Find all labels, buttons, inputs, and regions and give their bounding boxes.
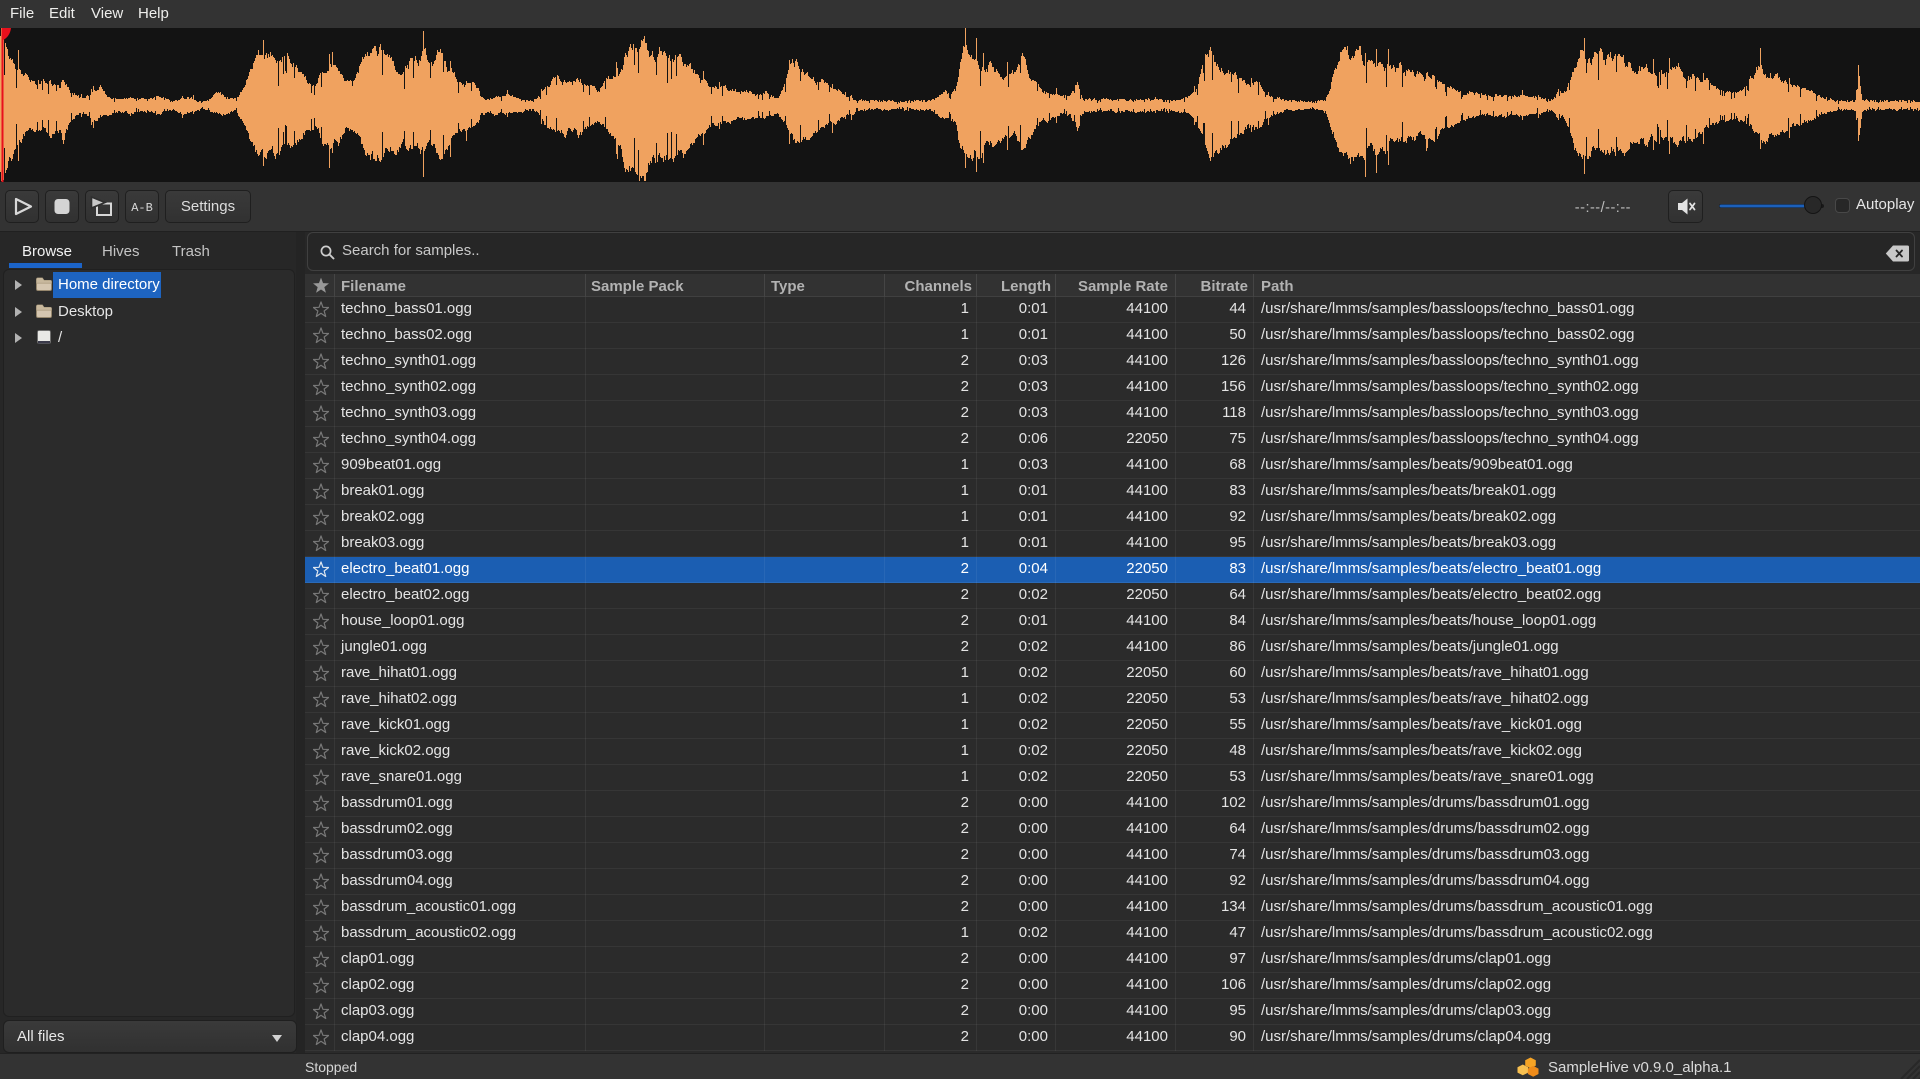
svg-text:A-B: A-B — [131, 201, 153, 215]
